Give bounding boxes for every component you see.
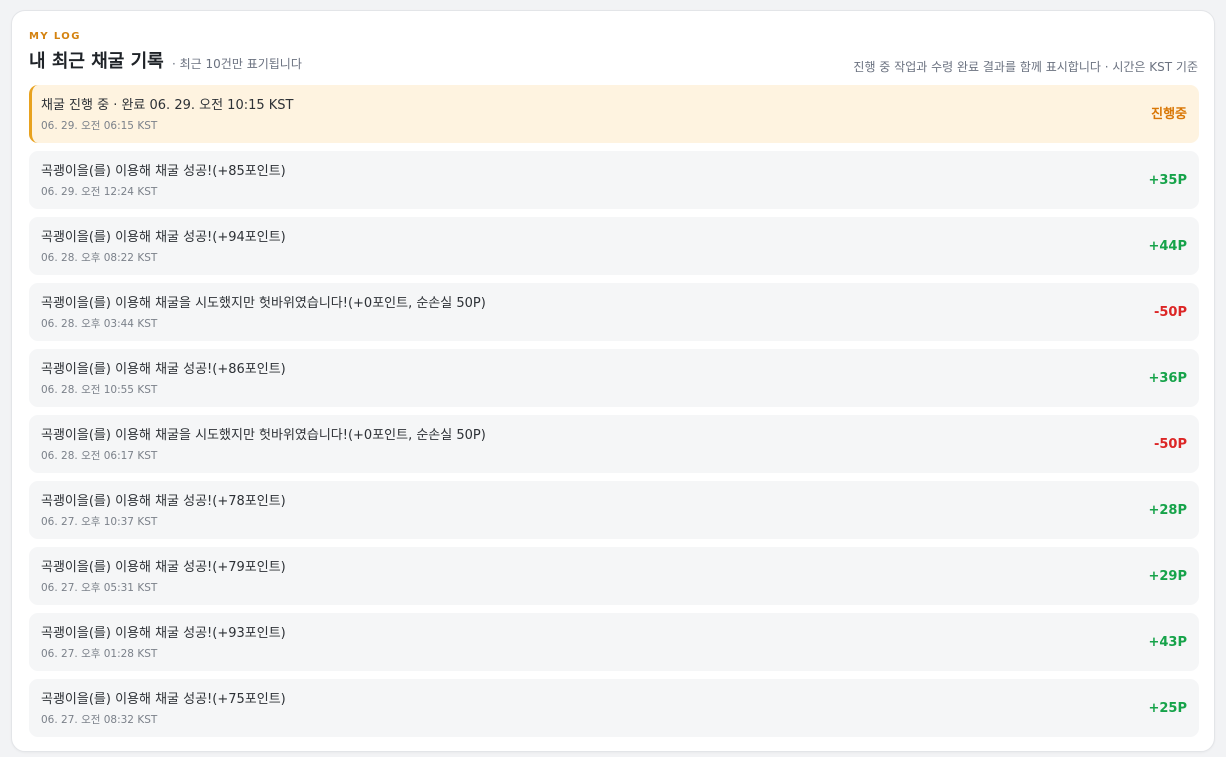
log-timestamp: 06. 28. 오후 08:22 KST [41, 252, 158, 264]
log-item: 곡괭이을(를) 이용해 채굴 성공!(+79포인트) 06. 27. 오후 05… [29, 547, 1199, 605]
log-item: 곡괭이을(를) 이용해 채굴 성공!(+94포인트) 06. 28. 오후 08… [29, 217, 1199, 275]
mining-log-card: MY LOG 내 최근 채굴 기록 · 최근 10건만 표기됩니다 진행 중 작… [11, 10, 1215, 752]
log-message: 채굴 진행 중 · 완료 06. 29. 오전 10:15 KST [41, 98, 294, 113]
log-message: 곡괭이을(를) 이용해 채굴 성공!(+93포인트) [41, 626, 286, 641]
log-timestamp: 06. 27. 오후 05:31 KST [41, 582, 158, 594]
log-points: +43P [1148, 635, 1187, 650]
log-message: 곡괭이을(를) 이용해 채굴 성공!(+75포인트) [41, 692, 286, 707]
log-item: 곡괭이을(를) 이용해 채굴을 시도했지만 헛바위였습니다!(+0포인트, 순손… [29, 415, 1199, 473]
log-timestamp: 06. 28. 오전 10:55 KST [41, 384, 158, 396]
log-message: 곡괭이을(를) 이용해 채굴 성공!(+79포인트) [41, 560, 286, 575]
log-timestamp: 06. 27. 오전 08:32 KST [41, 714, 158, 726]
page-title: 내 최근 채굴 기록 [29, 51, 164, 72]
log-points: -50P [1153, 437, 1187, 452]
log-message: 곡괭이을(를) 이용해 채굴을 시도했지만 헛바위였습니다!(+0포인트, 순손… [41, 296, 486, 311]
header-note: 진행 중 작업과 수령 완료 결과를 함께 표시합니다 · 시간은 KST 기준 [853, 60, 1198, 74]
log-timestamp: 06. 28. 오전 06:17 KST [41, 450, 158, 462]
log-item: 곡괭이을(를) 이용해 채굴 성공!(+75포인트) 06. 27. 오전 08… [29, 679, 1199, 737]
log-list: 채굴 진행 중 · 완료 06. 29. 오전 10:15 KST 06. 29… [29, 85, 1199, 745]
log-item: 곡괭이을(를) 이용해 채굴 성공!(+93포인트) 06. 27. 오후 01… [29, 613, 1199, 671]
log-message: 곡괭이을(를) 이용해 채굴을 시도했지만 헛바위였습니다!(+0포인트, 순손… [41, 428, 486, 443]
log-item: 곡괭이을(를) 이용해 채굴 성공!(+85포인트) 06. 29. 오전 12… [29, 151, 1199, 209]
log-timestamp: 06. 29. 오전 06:15 KST [41, 120, 158, 132]
log-points: +35P [1148, 173, 1187, 188]
log-item: 곡괭이을(를) 이용해 채굴 성공!(+86포인트) 06. 28. 오전 10… [29, 349, 1199, 407]
log-item: 곡괭이을(를) 이용해 채굴을 시도했지만 헛바위였습니다!(+0포인트, 순손… [29, 283, 1199, 341]
section-eyebrow: MY LOG [29, 31, 81, 42]
log-points: -50P [1153, 305, 1187, 320]
log-timestamp: 06. 27. 오후 10:37 KST [41, 516, 158, 528]
log-message: 곡괭이을(를) 이용해 채굴 성공!(+86포인트) [41, 362, 286, 377]
log-item: 곡괭이을(를) 이용해 채굴 성공!(+78포인트) 06. 27. 오후 10… [29, 481, 1199, 539]
log-message: 곡괭이을(를) 이용해 채굴 성공!(+94포인트) [41, 230, 286, 245]
log-item-pending: 채굴 진행 중 · 완료 06. 29. 오전 10:15 KST 06. 29… [29, 85, 1199, 143]
log-points: +28P [1148, 503, 1187, 518]
log-points: +29P [1148, 569, 1187, 584]
log-timestamp: 06. 27. 오후 01:28 KST [41, 648, 158, 660]
log-status-badge: 진행중 [1151, 107, 1187, 122]
log-timestamp: 06. 29. 오전 12:24 KST [41, 186, 158, 198]
log-timestamp: 06. 28. 오후 03:44 KST [41, 318, 158, 330]
log-points: +25P [1148, 701, 1187, 716]
log-message: 곡괭이을(를) 이용해 채굴 성공!(+78포인트) [41, 494, 286, 509]
page-subtitle: · 최근 10건만 표기됩니다 [172, 57, 302, 71]
log-points: +36P [1148, 371, 1187, 386]
log-points: +44P [1148, 239, 1187, 254]
log-message: 곡괭이을(를) 이용해 채굴 성공!(+85포인트) [41, 164, 286, 179]
